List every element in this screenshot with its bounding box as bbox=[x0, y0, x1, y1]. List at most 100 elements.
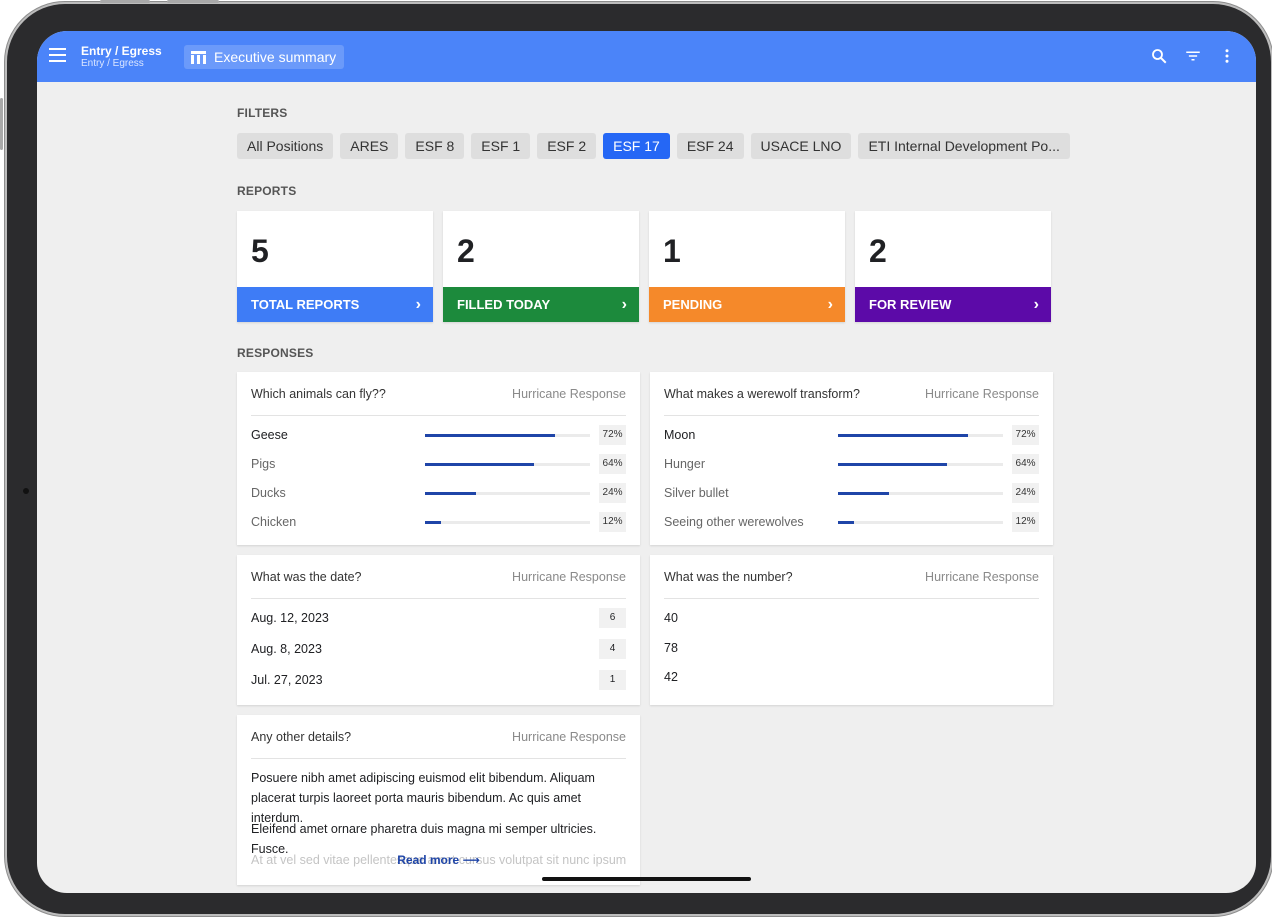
camera bbox=[23, 488, 29, 494]
filled-today-card[interactable]: 2 FILLED TODAY › bbox=[443, 211, 639, 322]
stat-label: FOR REVIEW bbox=[869, 297, 952, 312]
response-label: Pigs bbox=[251, 457, 276, 471]
number-value: 78 bbox=[664, 641, 678, 655]
response-label: Hunger bbox=[664, 457, 705, 471]
number-value: 40 bbox=[664, 611, 678, 625]
filter-chip[interactable]: ESF 1 bbox=[471, 133, 531, 159]
response-row: Hunger 64% bbox=[664, 453, 1039, 475]
filter-chip[interactable]: ESF 2 bbox=[537, 133, 597, 159]
breadcrumb: Entry / Egress Entry / Egress bbox=[81, 44, 162, 70]
filter-icon[interactable] bbox=[1184, 47, 1202, 65]
date-response-card: What was the date? Hurricane Response Aug… bbox=[237, 555, 640, 705]
chevron-right-icon: › bbox=[415, 296, 421, 313]
response-bar bbox=[424, 491, 476, 495]
responses-label: RESPONSES bbox=[237, 346, 314, 360]
date-count: 4 bbox=[599, 639, 626, 659]
date-count: 6 bbox=[599, 608, 626, 628]
chevron-right-icon: › bbox=[1033, 296, 1039, 313]
response-label: Geese bbox=[251, 428, 288, 442]
home-indicator bbox=[542, 877, 751, 881]
response-label: Silver bullet bbox=[664, 486, 729, 500]
stat-count: 2 bbox=[869, 233, 887, 269]
werewolf-response-card: What makes a werewolf transform? Hurrican… bbox=[650, 372, 1053, 545]
for-review-card[interactable]: 2 FOR REVIEW › bbox=[855, 211, 1051, 322]
animals-response-card: Which animals can fly?? Hurricane Respons… bbox=[237, 372, 640, 545]
details-response-card: Any other details? Hurricane Response Pos… bbox=[237, 715, 640, 885]
stat-footer: FILLED TODAY › bbox=[443, 287, 639, 322]
stat-count: 1 bbox=[663, 233, 681, 269]
stat-label: FILLED TODAY bbox=[457, 297, 551, 312]
card-question: Which animals can fly?? bbox=[251, 386, 386, 401]
device-button bbox=[100, 0, 150, 3]
card-tag: Hurricane Response bbox=[512, 729, 626, 744]
app-bar: Entry / Egress Entry / Egress Executive … bbox=[37, 31, 1256, 82]
tablet-frame: Entry / Egress Entry / Egress Executive … bbox=[7, 4, 1271, 914]
filters-label: FILTERS bbox=[237, 106, 288, 120]
card-question: What was the date? bbox=[251, 569, 362, 584]
date-row: Aug. 12, 2023 6 bbox=[251, 607, 626, 629]
response-label: Ducks bbox=[251, 486, 286, 500]
response-percent: 12% bbox=[1012, 512, 1039, 532]
response-label: Seeing other werewolves bbox=[664, 515, 804, 529]
card-tag: Hurricane Response bbox=[925, 569, 1039, 584]
chevron-right-icon: › bbox=[621, 296, 627, 313]
filter-chip[interactable]: All Positions bbox=[237, 133, 334, 159]
response-row: Silver bullet 24% bbox=[664, 482, 1039, 504]
report-stats: 5 TOTAL REPORTS › 2 FILLED TODAY › 1 PENDI… bbox=[237, 211, 1051, 322]
response-row: Moon 72% bbox=[664, 424, 1039, 446]
filter-chip[interactable]: ETI Internal Development Po... bbox=[858, 133, 1070, 159]
response-label: Chicken bbox=[251, 515, 297, 529]
response-bar bbox=[424, 462, 534, 466]
date-value: Aug. 8, 2023 bbox=[251, 642, 322, 656]
date-row: Jul. 27, 2023 1 bbox=[251, 669, 626, 691]
response-bar bbox=[424, 433, 556, 437]
card-question: What was the number? bbox=[664, 569, 793, 584]
response-row: Seeing other werewolves 12% bbox=[664, 511, 1039, 533]
response-percent: 24% bbox=[599, 483, 626, 503]
response-bar bbox=[837, 520, 855, 524]
screen: Entry / Egress Entry / Egress Executive … bbox=[37, 31, 1256, 893]
arrow-right-icon: ⟶ bbox=[462, 853, 480, 867]
stat-count: 5 bbox=[251, 233, 269, 269]
executive-summary-button[interactable]: Executive summary bbox=[184, 45, 345, 69]
response-percent: 24% bbox=[1012, 483, 1039, 503]
executive-summary-label: Executive summary bbox=[214, 49, 337, 65]
response-percent: 72% bbox=[599, 425, 626, 445]
response-row: Ducks 24% bbox=[251, 482, 626, 504]
response-bar bbox=[837, 462, 947, 466]
stat-count: 2 bbox=[457, 233, 475, 269]
response-row: Geese 72% bbox=[251, 424, 626, 446]
card-question: Any other details? bbox=[251, 729, 352, 744]
card-tag: Hurricane Response bbox=[512, 386, 626, 401]
device-button bbox=[167, 0, 219, 3]
filter-chip[interactable]: ESF 24 bbox=[676, 133, 744, 159]
date-value: Aug. 12, 2023 bbox=[251, 611, 329, 625]
pending-card[interactable]: 1 PENDING › bbox=[649, 211, 845, 322]
response-row: Chicken 12% bbox=[251, 511, 626, 533]
total-reports-card[interactable]: 5 TOTAL REPORTS › bbox=[237, 211, 433, 322]
filter-chip-active[interactable]: ESF 17 bbox=[603, 133, 670, 159]
date-value: Jul. 27, 2023 bbox=[251, 673, 323, 687]
filter-chip[interactable]: USACE LNO bbox=[750, 133, 852, 159]
filter-chip[interactable]: ESF 8 bbox=[405, 133, 465, 159]
response-percent: 72% bbox=[1012, 425, 1039, 445]
number-response-card: What was the number? Hurricane Response 4… bbox=[650, 555, 1053, 705]
app-subtitle: Entry / Egress bbox=[81, 58, 144, 69]
menu-icon[interactable] bbox=[49, 48, 66, 62]
response-label: Moon bbox=[664, 428, 696, 442]
read-more-link[interactable]: Read more ⟶ bbox=[237, 853, 640, 867]
response-bar bbox=[424, 520, 442, 524]
app-title: Entry / Egress bbox=[81, 44, 162, 58]
filter-chip[interactable]: ARES bbox=[340, 133, 399, 159]
card-tag: Hurricane Response bbox=[512, 569, 626, 584]
stat-footer: PENDING › bbox=[649, 287, 845, 322]
read-more-label: Read more bbox=[397, 853, 460, 867]
card-tag: Hurricane Response bbox=[925, 386, 1039, 401]
response-row: Pigs 64% bbox=[251, 453, 626, 475]
date-count: 1 bbox=[599, 670, 626, 690]
reports-label: REPORTS bbox=[237, 184, 297, 198]
stat-label: TOTAL REPORTS bbox=[251, 297, 360, 312]
date-row: Aug. 8, 2023 4 bbox=[251, 638, 626, 660]
more-vert-icon[interactable] bbox=[1218, 47, 1236, 65]
search-icon[interactable] bbox=[1150, 47, 1168, 65]
